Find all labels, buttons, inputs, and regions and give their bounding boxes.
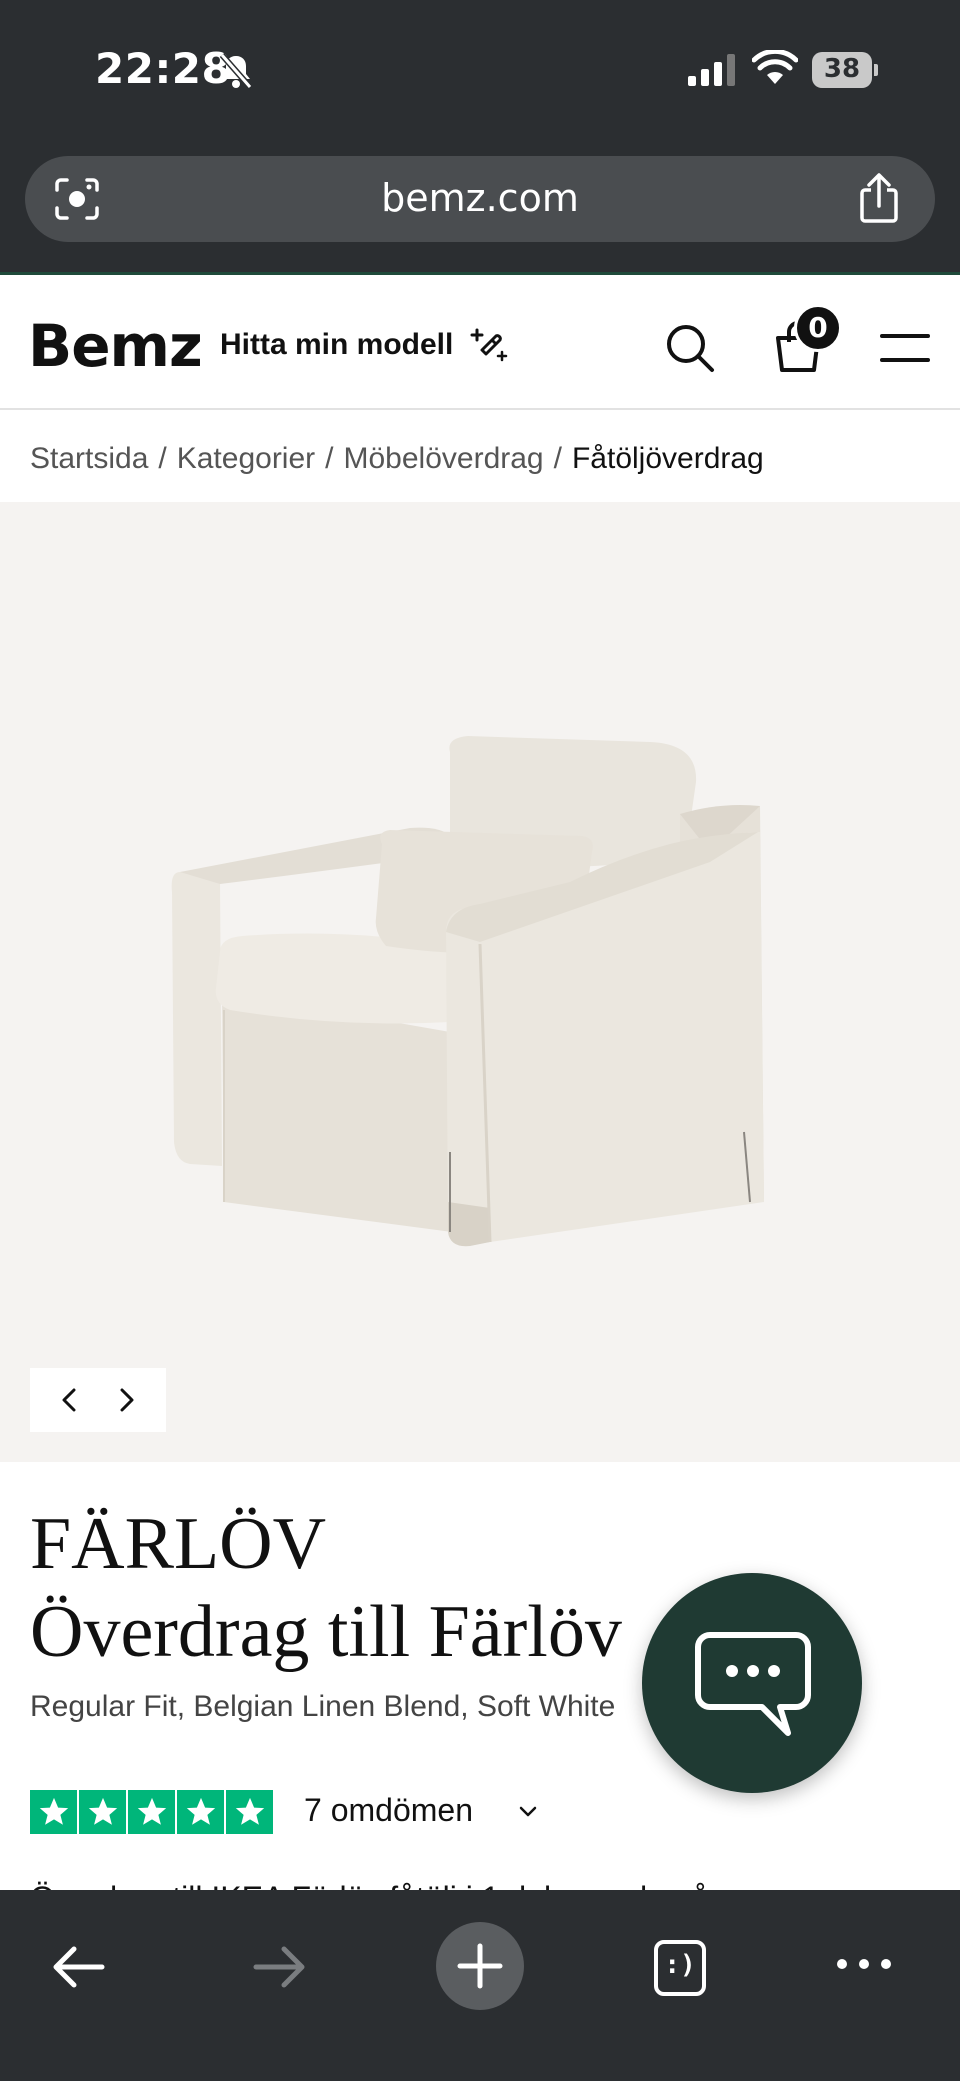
breadcrumb-separator: / bbox=[158, 442, 167, 475]
battery-level: 38 bbox=[823, 54, 861, 84]
chat-button[interactable] bbox=[642, 1573, 862, 1793]
product-variant: Regular Fit, Belgian Linen Blend, Soft W… bbox=[30, 1690, 616, 1723]
signal-icon bbox=[688, 54, 735, 86]
breadcrumb-item-home[interactable]: Startsida bbox=[30, 442, 148, 475]
breadcrumb-separator: / bbox=[325, 442, 334, 475]
star-rating bbox=[30, 1790, 274, 1834]
product-title-line2: Överdrag till Färlöv bbox=[30, 1591, 622, 1673]
cart-count-badge[interactable]: 0 bbox=[794, 304, 842, 352]
share-icon[interactable] bbox=[855, 172, 903, 224]
breadcrumb: Startsida / Kategorier / Möbelöverdrag / Fåtöl… bbox=[0, 410, 960, 502]
star-icon bbox=[128, 1790, 175, 1834]
breadcrumb-item-furniture-covers[interactable]: Möbelöverdrag bbox=[344, 442, 544, 475]
product-description-text: Överdrag till IKEA Färlöv fåtölj i 1 del… bbox=[30, 1876, 940, 1890]
more-icon[interactable] bbox=[834, 1954, 894, 1974]
status-time: 22:28 bbox=[95, 44, 232, 93]
breadcrumb-current: Fåtöljöverdrag bbox=[571, 442, 764, 475]
browser-address-area: bemz.com bbox=[0, 140, 960, 275]
wifi-icon bbox=[752, 50, 798, 84]
chat-bubble-icon bbox=[695, 1632, 811, 1736]
status-bar: 22:28 38 bbox=[0, 0, 960, 140]
gallery-nav bbox=[30, 1368, 166, 1432]
breadcrumb-item-categories[interactable]: Kategorier bbox=[177, 442, 315, 475]
plus-icon bbox=[457, 1943, 503, 1989]
chevron-down-icon[interactable] bbox=[516, 1800, 540, 1824]
star-icon bbox=[177, 1790, 224, 1834]
star-icon bbox=[30, 1790, 77, 1834]
menu-icon[interactable] bbox=[880, 330, 930, 366]
breadcrumb-separator: / bbox=[553, 442, 562, 475]
wand-icon[interactable] bbox=[468, 324, 510, 366]
url-text: bemz.com bbox=[381, 176, 579, 220]
bemz-logo[interactable]: Bemz bbox=[28, 312, 203, 380]
battery-icon: 38 bbox=[812, 52, 878, 88]
chevron-right-icon[interactable] bbox=[110, 1384, 142, 1416]
product-description: Överdrag till IKEA Färlöv fåtölj i 1 del… bbox=[30, 1870, 940, 1890]
address-bar[interactable]: bemz.com bbox=[25, 156, 935, 242]
product-gallery[interactable] bbox=[0, 502, 960, 1462]
star-icon bbox=[79, 1790, 126, 1834]
forward-arrow-icon[interactable] bbox=[250, 1942, 310, 1992]
search-icon[interactable] bbox=[664, 322, 716, 374]
star-icon bbox=[226, 1790, 273, 1834]
tabs-label: :) bbox=[664, 1950, 696, 1980]
find-model-link[interactable]: Hitta min modell bbox=[220, 328, 453, 362]
new-tab-button[interactable] bbox=[436, 1922, 524, 2010]
product-title-line1: FÄRLÖV bbox=[30, 1503, 327, 1585]
product-title: FÄRLÖV Överdrag till Färlöv bbox=[30, 1500, 622, 1676]
product-image-armchair bbox=[171, 736, 764, 1247]
back-arrow-icon[interactable] bbox=[48, 1942, 108, 1992]
chevron-left-icon[interactable] bbox=[54, 1384, 86, 1416]
reviews-count[interactable]: 7 omdömen bbox=[304, 1792, 473, 1829]
site-header: Bemz Hitta min modell 0 bbox=[0, 278, 960, 410]
browser-toolbar: :) bbox=[0, 1890, 960, 2081]
bell-off-icon bbox=[219, 53, 253, 89]
